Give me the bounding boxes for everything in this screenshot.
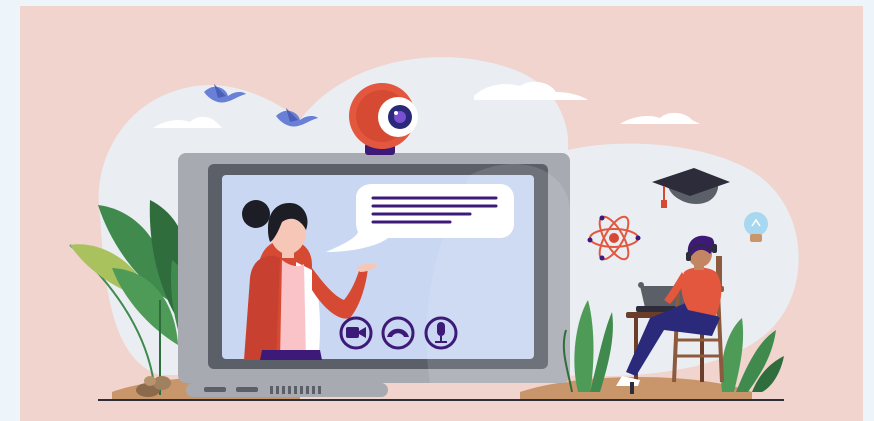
video-camera-icon[interactable] bbox=[339, 316, 373, 350]
call-controls bbox=[339, 316, 458, 350]
online-learning-illustration bbox=[20, 6, 863, 421]
end-call-icon[interactable] bbox=[381, 316, 415, 350]
laptop-vents bbox=[270, 386, 321, 394]
microphone-icon[interactable] bbox=[424, 316, 458, 350]
illustration-stage bbox=[0, 0, 874, 421]
